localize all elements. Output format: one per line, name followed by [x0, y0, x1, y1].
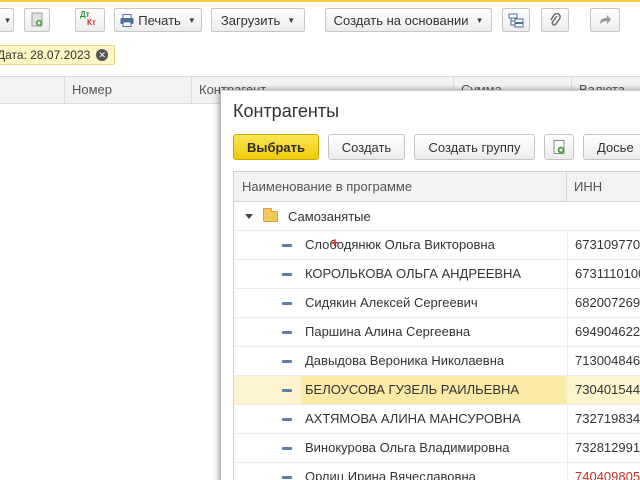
- kt-label: Кт: [87, 18, 96, 27]
- dossier-button[interactable]: Досье: [583, 134, 640, 160]
- table-row[interactable]: Паршина Алина Сергеевна 6949046224: [234, 318, 640, 347]
- printer-icon: [120, 13, 134, 27]
- chevron-down-icon: ▼: [3, 15, 12, 25]
- doc-plus-icon: [553, 139, 564, 154]
- create-based-label: Создать на основании: [333, 12, 469, 28]
- inn-cell: 6949046224: [567, 318, 640, 346]
- redo-button[interactable]: [590, 8, 620, 32]
- attach-button[interactable]: [541, 8, 569, 32]
- counterparty-name-cell: БЕЛОУСОВА ГУЗЕЛЬ РАИЛЬЕВНА: [301, 376, 566, 404]
- folder-icon: [263, 207, 278, 222]
- group-label: Самозанятые: [288, 208, 371, 224]
- table-row[interactable]: Слободянюк Ольга Викторовна 6731097704 +: [234, 231, 640, 260]
- counterparty-name-cell: Паршина Алина Сергеевна: [305, 324, 471, 339]
- counterparty-name-cell: Сидякин Алексей Сергеевич: [305, 295, 478, 310]
- element-dash-icon: [282, 447, 292, 450]
- counterparty-name-cell: Давыдова Вероника Николаевна: [305, 353, 505, 368]
- redo-icon: [600, 15, 611, 24]
- element-dash-icon: [282, 476, 292, 479]
- accent-strip: [0, 0, 640, 2]
- element-dash-icon: [282, 360, 292, 363]
- create-button[interactable]: Создать: [328, 134, 405, 160]
- date-filter-chip[interactable]: Дата: 28.07.2023 ✕: [0, 45, 116, 65]
- table-body: Слободянюк Ольга Викторовна 6731097704 + КО…: [234, 231, 640, 480]
- inn-cell: 7404098059: [567, 463, 640, 480]
- date-filter-label: Дата: 28.07.2023: [0, 48, 91, 62]
- counterparty-name-cell: Винокурова Ольга Владимировна: [305, 440, 510, 455]
- table-row[interactable]: Сидякин Алексей Сергеевич 6820072699: [234, 289, 640, 318]
- inn-cell: 6820072699: [567, 289, 640, 317]
- chevron-down-icon: ▼: [475, 15, 484, 25]
- create-based-on-button[interactable]: Создать на основании ▼: [325, 8, 492, 32]
- table-row[interactable]: КОРОЛЬКОВА ОЛЬГА АНДРЕЕВНА 6731110100: [234, 260, 640, 289]
- inn-cell: 6731097704: [567, 231, 640, 259]
- select-button[interactable]: Выбрать: [233, 134, 319, 160]
- table-header: Наименование в программе ИНН: [234, 172, 640, 202]
- inn-cell: 6731110100: [567, 260, 640, 288]
- expand-triangle-icon[interactable]: [245, 213, 253, 219]
- paperclip-icon: [550, 12, 561, 26]
- copy-button[interactable]: [24, 8, 50, 32]
- element-dash-icon: [282, 331, 292, 334]
- element-dash-icon: [282, 418, 292, 421]
- copy-item-button[interactable]: [544, 134, 574, 160]
- structure-button[interactable]: [502, 8, 530, 32]
- element-dash-icon: [282, 389, 292, 392]
- chevron-down-icon: ▼: [287, 15, 296, 25]
- structure-icon: [508, 13, 524, 27]
- load-label: Загрузить: [220, 12, 281, 28]
- dt-kt-button[interactable]: Дт Кт: [75, 8, 105, 32]
- inn-cell: 7130048461: [567, 347, 640, 375]
- dt-kt-icon: Дт Кт: [79, 10, 101, 29]
- element-dash-icon: [282, 273, 292, 276]
- mouse-cursor-crosshair-icon: +: [331, 235, 339, 250]
- table-row[interactable]: АХТЯМОВА АЛИНА МАНСУРОВНА 7327198348: [234, 405, 640, 434]
- print-label: Печать: [138, 12, 181, 28]
- group-row-self-employed[interactable]: Самозанятые: [234, 202, 640, 231]
- counterparty-name-cell: КОРОЛЬКОВА ОЛЬГА АНДРЕЕВНА: [305, 266, 522, 281]
- column-name[interactable]: Наименование в программе: [242, 172, 562, 201]
- table-row[interactable]: Давыдова Вероника Николаевна 7130048461: [234, 347, 640, 376]
- close-icon[interactable]: ✕: [96, 49, 109, 61]
- inn-cell: 7328129919: [567, 434, 640, 462]
- table-row[interactable]: БЕЛОУСОВА ГУЗЕЛЬ РАИЛЬЕВНА7304015448: [234, 376, 640, 405]
- column-inn[interactable]: ИНН: [574, 172, 640, 201]
- table-row[interactable]: Винокурова Ольга Владимировна 7328129919: [234, 434, 640, 463]
- load-button[interactable]: Загрузить ▼: [211, 8, 305, 32]
- create-group-button[interactable]: Создать группу: [414, 134, 535, 160]
- counterparty-name-cell: Орлиц Ирина Вячеславовна: [305, 469, 476, 480]
- main-toolbar: ▼ Дт Кт Печать ▼ Загрузить ▼ Создать на …: [0, 0, 640, 40]
- inn-cell: 7327198348: [567, 405, 640, 433]
- counterparties-table: Наименование в программе ИНН Самозанятые…: [233, 171, 640, 480]
- counterparty-name-cell: Слободянюк Ольга Викторовна: [305, 237, 495, 252]
- inn-cell: 7304015448: [567, 376, 640, 404]
- column-divider: [566, 172, 567, 201]
- print-button[interactable]: Печать ▼: [114, 8, 202, 32]
- counterparties-dialog: Контрагенты Выбрать Создать Создать груп…: [220, 90, 640, 480]
- element-dash-icon: [282, 244, 292, 247]
- column-number[interactable]: Номер: [64, 77, 191, 103]
- dropdown-button-partial[interactable]: ▼: [0, 8, 14, 32]
- copy-icon: [31, 12, 43, 27]
- table-row[interactable]: Орлиц Ирина Вячеславовна 7404098059: [234, 463, 640, 480]
- element-dash-icon: [282, 302, 292, 305]
- dialog-title: Контрагенты: [233, 101, 340, 121]
- counterparty-name-cell: АХТЯМОВА АЛИНА МАНСУРОВНА: [305, 411, 521, 426]
- chevron-down-icon: ▼: [187, 15, 196, 25]
